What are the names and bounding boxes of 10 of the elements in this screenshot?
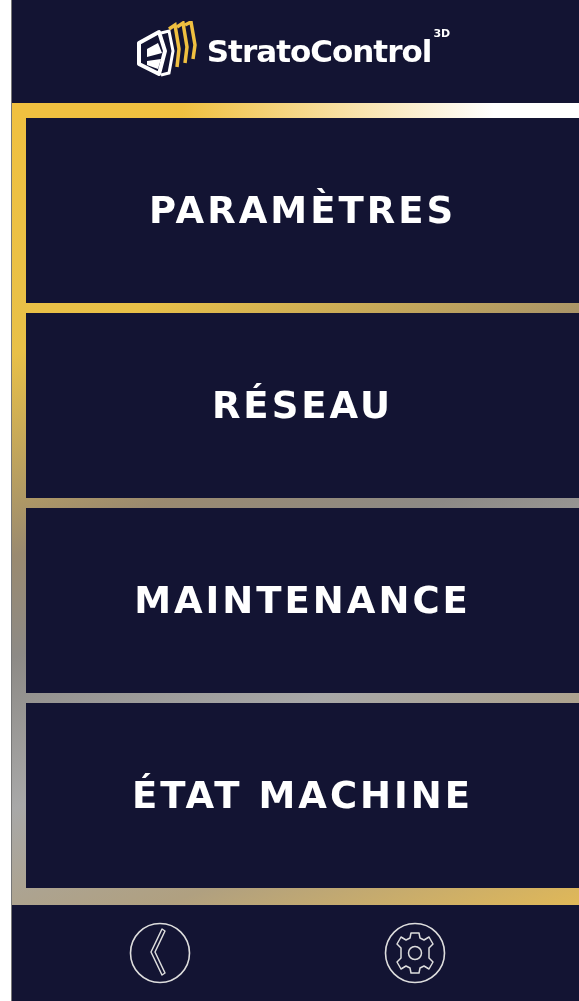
menu-button[interactable]: RÉSEAU — [26, 313, 579, 498]
settings-button[interactable] — [384, 922, 447, 984]
menu-button[interactable]: ÉTAT MACHINE — [26, 703, 579, 888]
logo-superscript: 3D — [433, 26, 451, 40]
back-icon — [128, 922, 191, 984]
logo-text: StratoControl — [206, 36, 432, 67]
menu-button[interactable]: PARAMÈTRES — [26, 118, 579, 303]
menu-button[interactable]: MAINTENANCE — [26, 508, 579, 693]
back-button[interactable] — [128, 922, 191, 984]
settings-icon — [384, 922, 447, 984]
